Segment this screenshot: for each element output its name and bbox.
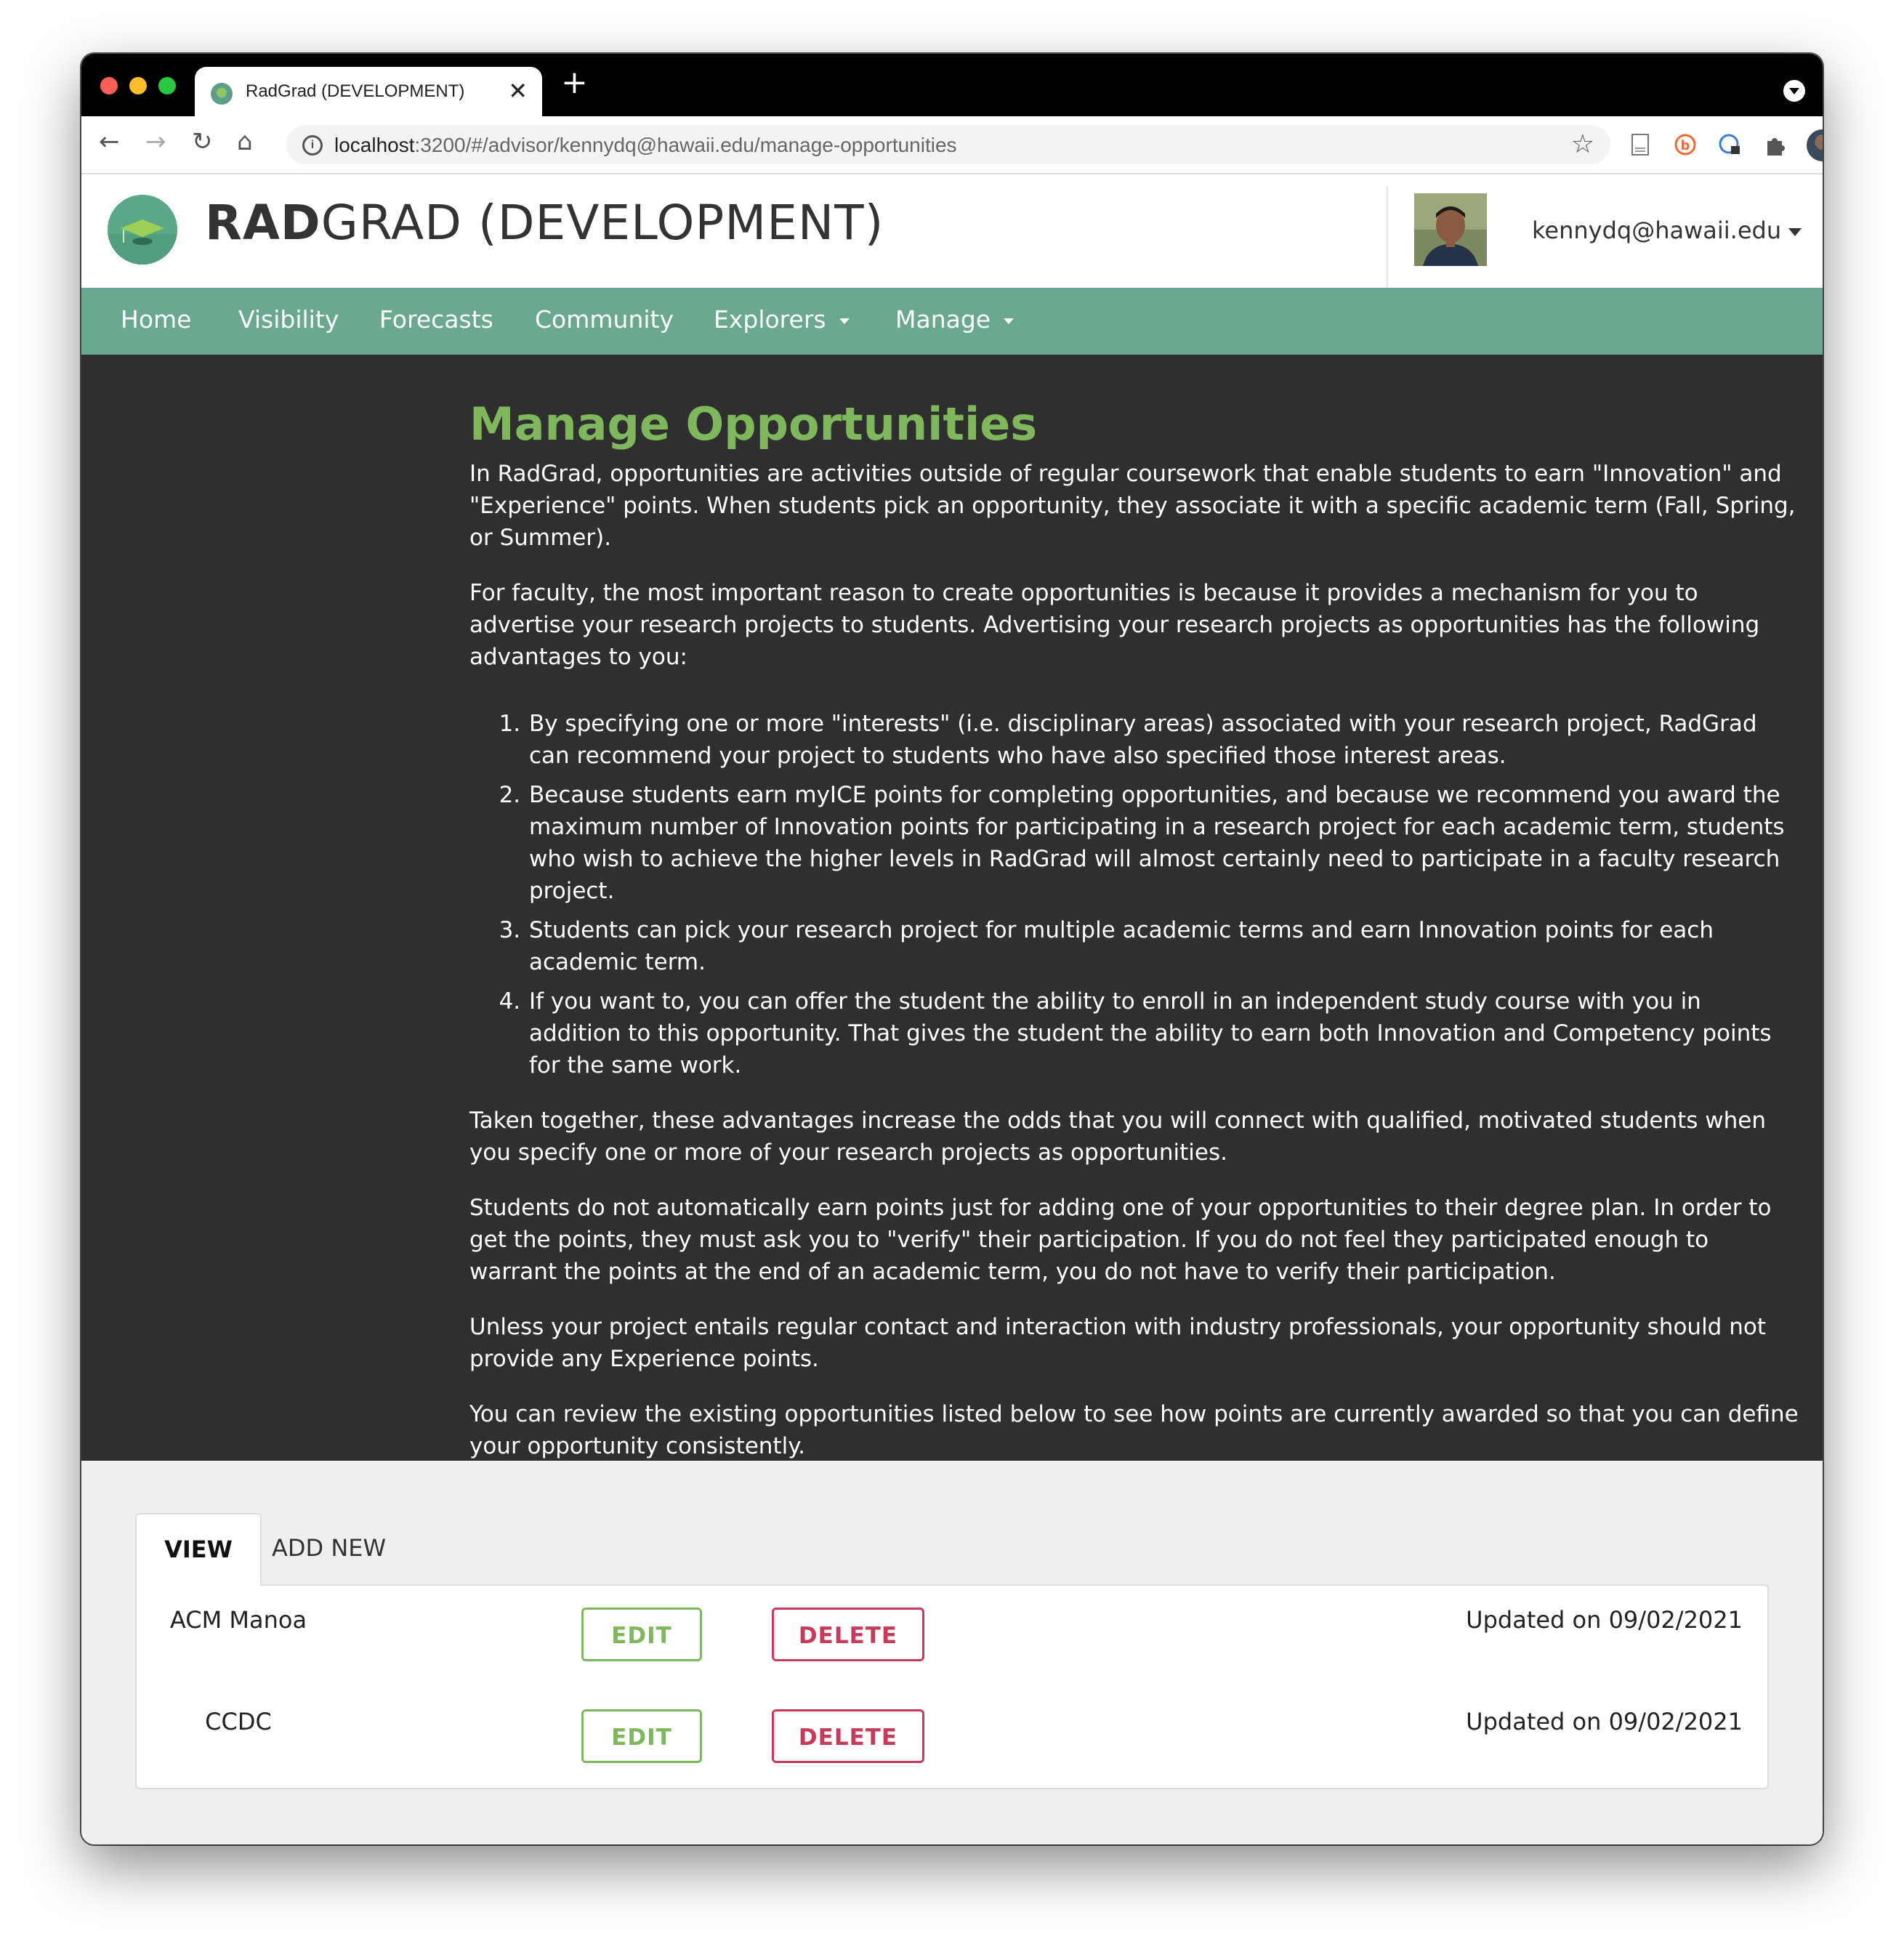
opportunity-name: CCDC [205,1708,272,1735]
list-item: If you want to, you can offer the studen… [528,985,1799,1081]
radgrad-favicon-icon [211,83,233,105]
header-divider [1387,186,1388,288]
opportunity-name: ACM Manoa [169,1606,307,1634]
site-brand[interactable]: RADGRAD (DEVELOPMENT) [205,195,884,251]
svg-text:b: b [1681,138,1690,153]
list-item: Because students earn myICE points for c… [528,779,1799,907]
site-header: RADGRAD (DEVELOPMENT) kennydq@hawaii.edu [81,174,1823,288]
extension-lock-icon[interactable] [1718,132,1743,157]
advantages-list: By specifying one or more "interests" (i… [469,708,1799,1081]
address-bar[interactable]: i localhost:3200/#/advisor/kennydq@hawai… [286,125,1610,164]
nav-manage-label: Manage [895,305,991,334]
tab-title: RadGrad (DEVELOPMENT) [246,81,465,101]
nav-visibility[interactable]: Visibility [238,305,339,334]
forward-arrow-icon[interactable]: → [145,129,166,154]
zoom-window-button[interactable] [158,77,176,94]
reload-icon[interactable]: ↻ [192,129,213,154]
browser-window: RadGrad (DEVELOPMENT) ✕ + ← → ↻ ⌂ i loca… [81,54,1823,1844]
nav-home[interactable]: Home [121,305,191,334]
nav-manage[interactable]: Manage [895,305,1014,334]
intro-paragraph-5: Unless your project entails regular cont… [469,1314,1766,1372]
nav-explorers-label: Explorers [714,305,826,334]
caret-down-icon [1788,227,1802,236]
main-navbar: Home Visibility Forecasts Community Expl… [81,288,1823,355]
site-info-icon[interactable]: i [302,135,323,156]
updated-date: Updated on 09/02/2021 [1466,1606,1743,1634]
page-title: Manage Opportunities [469,398,1038,451]
opportunities-list: ACM Manoa EDIT DELETE Updated on 09/02/2… [135,1584,1769,1789]
tab-view[interactable]: VIEW [135,1513,262,1586]
delete-button[interactable]: DELETE [772,1709,924,1763]
page-icon[interactable] [1628,132,1653,157]
edit-button[interactable]: EDIT [581,1709,702,1763]
bookmark-star-icon[interactable]: ☆ [1571,129,1594,159]
radgrad-logo-icon[interactable] [108,195,177,265]
brand-bold: RAD [205,195,321,251]
intro-paragraph-4: Students do not automatically earn point… [469,1195,1772,1285]
user-menu-dropdown[interactable]: kennydq@hawaii.edu [1532,217,1802,244]
opportunities-section: VIEW ADD NEW ACM Manoa EDIT DELETE Updat… [81,1461,1823,1844]
close-window-button[interactable] [100,77,118,94]
back-arrow-icon[interactable]: ← [99,129,120,154]
intro-paragraph-2: For faculty, the most important reason t… [469,580,1760,670]
tab-search-icon[interactable] [1783,80,1805,102]
list-item: Students can pick your research project … [528,914,1799,978]
extensions-puzzle-icon[interactable] [1763,132,1788,157]
user-email: kennydq@hawaii.edu [1532,217,1782,244]
intro-paragraph-1: In RadGrad, opportunities are activities… [469,461,1796,551]
edit-button[interactable]: EDIT [581,1608,702,1661]
list-item: By specifying one or more "interests" (i… [528,708,1799,772]
browser-tab[interactable]: RadGrad (DEVELOPMENT) ✕ [195,67,542,116]
page: RADGRAD (DEVELOPMENT) kennydq@hawaii.edu… [81,174,1823,1844]
intro-section: Manage Opportunities In RadGrad, opportu… [81,355,1823,1461]
intro-paragraph-3: Taken together, these advantages increas… [469,1108,1767,1166]
intro-content: Manage Opportunities In RadGrad, opportu… [469,395,1799,1485]
url-path: :3200/#/advisor/kennydq@hawaii.edu/manag… [414,134,957,156]
minimize-window-button[interactable] [129,77,147,94]
chevron-down-icon [839,318,850,324]
nav-forecasts[interactable]: Forecasts [379,305,493,334]
close-tab-icon[interactable]: ✕ [508,77,528,105]
intro-paragraph-6: You can review the existing opportunitie… [469,1401,1799,1459]
browser-titlebar: RadGrad (DEVELOPMENT) ✕ + [81,54,1823,116]
user-avatar [1414,193,1487,266]
nav-community[interactable]: Community [535,305,674,334]
brand-rest: GRAD (DEVELOPMENT) [320,195,884,251]
tab-add-new[interactable]: ADD NEW [272,1513,386,1586]
profile-avatar-icon[interactable] [1807,129,1823,161]
table-row: ACM Manoa EDIT DELETE Updated on 09/02/2… [137,1586,1767,1673]
extension-b-icon[interactable]: b [1673,132,1698,157]
delete-button[interactable]: DELETE [772,1608,924,1661]
home-icon[interactable]: ⌂ [237,129,253,154]
browser-toolbar: ← → ↻ ⌂ i localhost:3200/#/advisor/kenny… [81,116,1823,174]
nav-explorers[interactable]: Explorers [714,305,850,334]
updated-date: Updated on 09/02/2021 [1466,1708,1743,1735]
url-text[interactable]: localhost:3200/#/advisor/kennydq@hawaii.… [334,134,957,157]
new-tab-button[interactable]: + [561,67,588,99]
table-row: CCDC EDIT DELETE Updated on 09/02/2021 [137,1687,1767,1775]
chevron-down-icon [1004,318,1014,324]
url-host: localhost [334,134,415,156]
